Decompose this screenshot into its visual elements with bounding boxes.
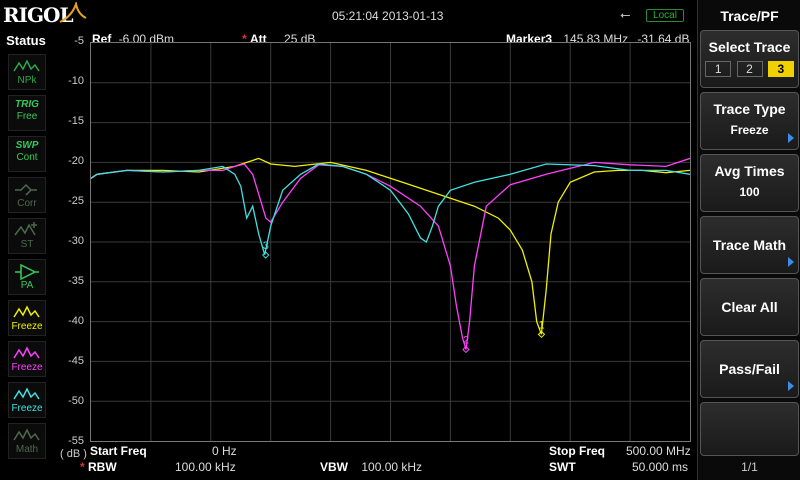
trace-selector: 1 2 3 xyxy=(701,61,798,77)
y-tick-label: -15 xyxy=(68,115,84,127)
avg-times-label: Avg Times xyxy=(714,163,785,179)
status-item-freeze: Freeze xyxy=(8,300,46,336)
status-item-label: Freeze xyxy=(11,403,43,414)
trace-option-1[interactable]: 1 xyxy=(705,61,732,77)
y-tick-label: -20 xyxy=(68,155,84,167)
top-bar: RIGOL 05:21:04 2013-01-13 ⭠ Local xyxy=(0,0,697,30)
status-panel: Status NPk TRIG Free SWP Cont Corr ST PA Freeze F… xyxy=(0,30,52,480)
stop-freq-label: Stop Freq xyxy=(549,444,605,458)
swt-value: 50.000 ms xyxy=(632,460,689,474)
start-freq-label: Start Freq xyxy=(90,444,147,458)
select-trace-key[interactable]: Select Trace 1 2 3 xyxy=(700,30,799,88)
status-item-label: Cont xyxy=(16,152,38,163)
rbw: * RBW xyxy=(80,460,117,474)
clear-all-label: Clear All xyxy=(721,299,778,315)
pass-fail-label: Pass/Fail xyxy=(719,361,780,377)
local-badge: Local xyxy=(646,9,684,22)
y-tick-label: -55 xyxy=(68,435,84,447)
y-tick-label: -30 xyxy=(68,235,84,247)
softkey-menu: Trace/PF Select Trace 1 2 3 Trace Type F… xyxy=(697,0,800,480)
trace-option-2[interactable]: 2 xyxy=(736,61,763,77)
status-item-st: ST xyxy=(8,218,46,254)
trace-type-value: Freeze xyxy=(730,123,769,137)
marker-label-2: 2 xyxy=(463,334,469,346)
spectrum-chart-svg: 1 2 3 xyxy=(91,43,690,441)
vbw: VBW 100.00 kHz xyxy=(320,460,422,474)
trace-math-label: Trace Math xyxy=(712,237,787,253)
status-item-label: ST xyxy=(20,239,34,250)
status-item-npk: NPk xyxy=(8,54,46,90)
status-item-pa: PA xyxy=(8,259,46,295)
status-item-freeze: Freeze xyxy=(8,382,46,418)
rbw-star-icon: * xyxy=(80,460,85,474)
trace-math-key[interactable]: Trace Math xyxy=(700,216,799,274)
marker-label-3: 3 xyxy=(263,240,269,252)
clear-all-key[interactable]: Clear All xyxy=(700,278,799,336)
status-sweep-icon xyxy=(14,222,37,236)
rbw-label: RBW xyxy=(88,460,117,474)
submenu-arrow-icon xyxy=(788,381,794,391)
status-item-label: Corr xyxy=(17,198,37,209)
status-item-label: PA xyxy=(20,280,34,291)
usb-icon: ⭠ xyxy=(620,7,631,22)
y-tick-label: -5 xyxy=(74,35,84,47)
status-wave-icon xyxy=(13,59,40,72)
start-freq: Start Freq xyxy=(90,444,147,458)
empty-key[interactable] xyxy=(700,402,799,456)
swt: SWT xyxy=(549,460,576,474)
menu-title: Trace/PF xyxy=(720,8,779,24)
status-item-label: Free xyxy=(16,111,38,122)
status-item-freeze: Freeze xyxy=(8,341,46,377)
spectrum-plot[interactable]: 1 2 3 xyxy=(90,42,691,442)
status-item-cont: SWP Cont xyxy=(8,136,46,172)
y-tick-label: -35 xyxy=(68,275,84,287)
select-trace-label: Select Trace xyxy=(708,39,791,55)
y-tick-label: -25 xyxy=(68,195,84,207)
y-unit-label: ( dB ) xyxy=(60,448,87,460)
status-diamond-icon xyxy=(15,183,37,196)
status-item-label: Math xyxy=(15,444,39,455)
status-item-label: Freeze xyxy=(11,321,43,332)
status-item-label: Freeze xyxy=(11,362,43,373)
submenu-arrow-icon xyxy=(788,257,794,267)
y-tick-label: -40 xyxy=(68,315,84,327)
avg-times-value: 100 xyxy=(739,185,760,199)
trace-type-label: Trace Type xyxy=(713,101,786,117)
stop-freq-value: 500.00 MHz xyxy=(626,444,691,458)
trace-option-3[interactable]: 3 xyxy=(767,61,794,77)
vbw-value: 100.00 kHz xyxy=(361,460,423,474)
status-wave-icon xyxy=(13,346,40,359)
y-tick-label: -10 xyxy=(68,75,84,87)
swt-label: SWT xyxy=(549,460,576,474)
status-wave-icon xyxy=(13,387,40,400)
vbw-label: VBW xyxy=(320,460,348,474)
logo-swoosh-icon xyxy=(59,2,87,23)
menu-page-indicator: 1/1 xyxy=(741,460,758,474)
date-time: 05:21:04 2013-01-13 xyxy=(332,9,444,23)
stop-freq: Stop Freq xyxy=(549,444,605,458)
submenu-arrow-icon xyxy=(788,133,794,143)
trace-type-key[interactable]: Trace Type Freeze xyxy=(700,92,799,150)
y-tick-label: -50 xyxy=(68,395,84,407)
status-top-label: TRIG xyxy=(15,99,39,110)
y-tick-label: -45 xyxy=(68,355,84,367)
status-wave-icon xyxy=(13,305,40,318)
marker-label-1: 1 xyxy=(538,319,544,331)
pass-fail-key[interactable]: Pass/Fail xyxy=(700,340,799,398)
status-top-label: SWP xyxy=(15,140,39,151)
status-item-free: TRIG Free xyxy=(8,95,46,131)
rbw-value: 100.00 kHz xyxy=(175,460,236,474)
avg-times-key[interactable]: Avg Times 100 xyxy=(700,154,799,212)
status-amp-icon xyxy=(15,263,39,280)
status-item-corr: Corr xyxy=(8,177,46,213)
status-wave-icon xyxy=(13,428,40,441)
start-freq-value: 0 Hz xyxy=(212,444,237,458)
status-item-math: Math xyxy=(8,423,46,459)
status-item-label: NPk xyxy=(17,75,37,86)
